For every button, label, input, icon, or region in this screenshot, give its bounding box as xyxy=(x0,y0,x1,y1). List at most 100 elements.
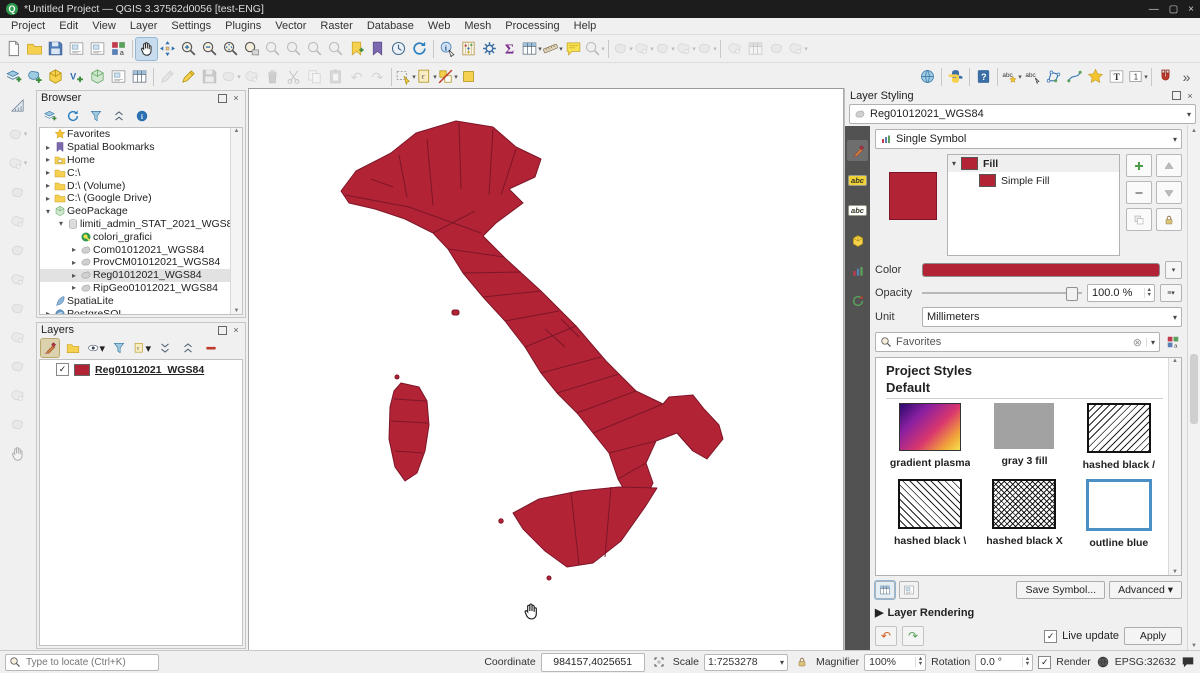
add-vector-layer-button[interactable] xyxy=(24,66,45,88)
symbol-layer-fill[interactable]: ▾Fill xyxy=(948,155,1119,172)
opacity-spinbox[interactable]: 100.0 % ▲▼ xyxy=(1087,284,1155,302)
live-update-checkbox[interactable]: ✓ xyxy=(1044,630,1057,643)
labels-tab[interactable]: abc xyxy=(847,170,868,191)
clear-search-icon[interactable]: ⊗ xyxy=(1133,336,1142,349)
zoom-out-button[interactable] xyxy=(199,38,220,60)
crs-value[interactable]: EPSG:32632 xyxy=(1115,656,1176,668)
style-swatch[interactable] xyxy=(994,403,1054,449)
browser-item-c[interactable]: ▸C:\ xyxy=(40,166,242,179)
open-attribute-table-button[interactable]: ▾ xyxy=(521,38,542,60)
select-features-button[interactable]: ▾ xyxy=(395,66,416,88)
layer-visibility-checkbox[interactable]: ✓ xyxy=(56,363,69,376)
browser-item-postgresql[interactable]: ▸PostgreSQL xyxy=(40,307,242,315)
pan-to-selection-button[interactable] xyxy=(157,38,178,60)
browser-item-geopackage[interactable]: ▾GeoPackage xyxy=(40,205,242,218)
layer-row[interactable]: ✓ Reg01012021_WGS84 xyxy=(40,363,242,376)
zoom-to-layer-button[interactable] xyxy=(241,38,262,60)
add-group-button[interactable] xyxy=(64,339,82,357)
browser-float-button[interactable] xyxy=(217,93,227,103)
menu-processing[interactable]: Processing xyxy=(498,19,566,33)
layer-rendering-expander[interactable]: ▶ xyxy=(875,606,883,619)
vertex-tool-button[interactable] xyxy=(1043,66,1064,88)
menu-vector[interactable]: Vector xyxy=(268,19,313,33)
browser-item-c-google-drive[interactable]: ▸C:\ (Google Drive) xyxy=(40,192,242,205)
browser-item-favorites[interactable]: Favorites xyxy=(40,128,242,141)
icon-view-button[interactable] xyxy=(875,581,895,599)
save-project-button[interactable] xyxy=(45,38,66,60)
menu-project[interactable]: Project xyxy=(4,19,52,33)
browser-item-colori-grafici[interactable]: colori_grafici xyxy=(40,230,242,243)
unit-combo[interactable]: Millimeters ▾ xyxy=(922,307,1182,327)
browser-item-ripgeo01012021-wgs84[interactable]: ▸RipGeo01012021_WGS84 xyxy=(40,282,242,295)
expand-arrow-icon[interactable]: ▸ xyxy=(43,155,53,164)
styling-undo-button[interactable]: ↶ xyxy=(875,626,897,646)
minimize-button[interactable]: — xyxy=(1149,4,1159,15)
help-button[interactable] xyxy=(973,66,994,88)
expand-arrow-icon[interactable]: ▸ xyxy=(69,271,79,280)
filter-legend-button[interactable] xyxy=(110,339,128,357)
browser-item-d-volume[interactable]: ▸D:\ (Volume) xyxy=(40,179,242,192)
styling-scrollbar[interactable]: ▲▼ xyxy=(1187,126,1200,651)
remove-symbol-layer-button[interactable] xyxy=(1126,181,1152,204)
new-virtual-layer-button[interactable] xyxy=(129,66,150,88)
menu-edit[interactable]: Edit xyxy=(52,19,85,33)
style-item-hashed-black[interactable]: hashed black \ xyxy=(886,479,974,549)
new-temporary-scratch-layer-button[interactable] xyxy=(108,66,129,88)
filter-by-expression-button[interactable]: ▾ xyxy=(133,339,151,357)
browser-item-reg01012021-wgs84[interactable]: ▸Reg01012021_WGS84 xyxy=(40,269,242,282)
chevron-down-icon[interactable]: ▾ xyxy=(1146,338,1155,347)
style-item-gradient-plasma[interactable]: gradient plasma xyxy=(886,403,974,471)
browser-properties-button[interactable] xyxy=(133,107,151,125)
lock-symbol-color-button[interactable] xyxy=(1156,208,1182,231)
style-swatch[interactable] xyxy=(1087,403,1151,453)
metasearch-button[interactable] xyxy=(917,66,938,88)
pan-map-button[interactable] xyxy=(136,38,157,60)
fill-color-bar[interactable] xyxy=(922,263,1160,277)
show-spatial-bookmarks-button[interactable] xyxy=(367,38,388,60)
expand-arrow-icon[interactable]: ▸ xyxy=(43,181,53,190)
style-swatch[interactable] xyxy=(899,403,961,451)
render-checkbox[interactable]: ✓ xyxy=(1038,656,1051,669)
measure-button[interactable]: ▾ xyxy=(542,38,563,60)
3d-view-tab[interactable] xyxy=(847,230,868,251)
remove-layer-button[interactable] xyxy=(202,339,220,357)
style-manager-button[interactable] xyxy=(108,38,129,60)
move-symbol-layer-down-button[interactable] xyxy=(1156,181,1182,204)
python-console-button[interactable] xyxy=(945,66,966,88)
maximize-button[interactable]: ▢ xyxy=(1169,4,1178,15)
identify-features-button[interactable] xyxy=(437,38,458,60)
show-layout-manager-button[interactable] xyxy=(87,38,108,60)
opacity-slider[interactable] xyxy=(922,285,1082,301)
toolbar-overflow-button[interactable]: » xyxy=(1176,66,1197,88)
collapse-all-layers-button[interactable] xyxy=(179,339,197,357)
browser-item-spatial-bookmarks[interactable]: ▸Spatial Bookmarks xyxy=(40,141,242,154)
menu-raster[interactable]: Raster xyxy=(313,19,359,33)
style-item-hashed-black-x[interactable]: hashed black X xyxy=(980,479,1068,549)
browser-close-button[interactable]: × xyxy=(231,93,241,103)
new-project-button[interactable] xyxy=(3,38,24,60)
spinner-arrows-icon[interactable]: ▲▼ xyxy=(1022,657,1032,667)
symbol-layer-simple-fill[interactable]: Simple Fill xyxy=(948,172,1119,189)
color-dropdown-button[interactable]: ▾ xyxy=(1165,261,1182,279)
expand-arrow-icon[interactable]: ▸ xyxy=(43,143,53,152)
browser-item-home[interactable]: ▸Home xyxy=(40,154,242,167)
extents-toggle-button[interactable] xyxy=(650,653,668,671)
locate-input[interactable] xyxy=(24,656,155,669)
processing-toolbox-button[interactable] xyxy=(479,38,500,60)
move-symbol-layer-up-button[interactable] xyxy=(1156,154,1182,177)
expand-arrow-icon[interactable]: ▸ xyxy=(43,168,53,177)
select-by-expression-button[interactable]: ▾ xyxy=(416,66,437,88)
menu-view[interactable]: View xyxy=(85,19,123,33)
apply-button[interactable]: Apply xyxy=(1124,627,1182,645)
form-annotation-button[interactable]: ▾ xyxy=(1127,66,1148,88)
rotation-spinbox[interactable]: 0.0 ° ▲▼ xyxy=(975,654,1033,671)
refresh-browser-button[interactable] xyxy=(64,107,82,125)
duplicate-symbol-layer-button[interactable] xyxy=(1126,208,1152,231)
layer-labeling-button[interactable]: ▾ xyxy=(1001,66,1022,88)
style-item-gray-3-fill[interactable]: gray 3 fill xyxy=(980,403,1068,471)
menu-plugins[interactable]: Plugins xyxy=(218,19,268,33)
expand-arrow-icon[interactable]: ▸ xyxy=(69,283,79,292)
style-search-box[interactable]: Favorites ⊗ ▾ xyxy=(875,332,1160,352)
deselect-all-button[interactable]: ▾ xyxy=(437,66,458,88)
select-all-button[interactable] xyxy=(458,66,479,88)
